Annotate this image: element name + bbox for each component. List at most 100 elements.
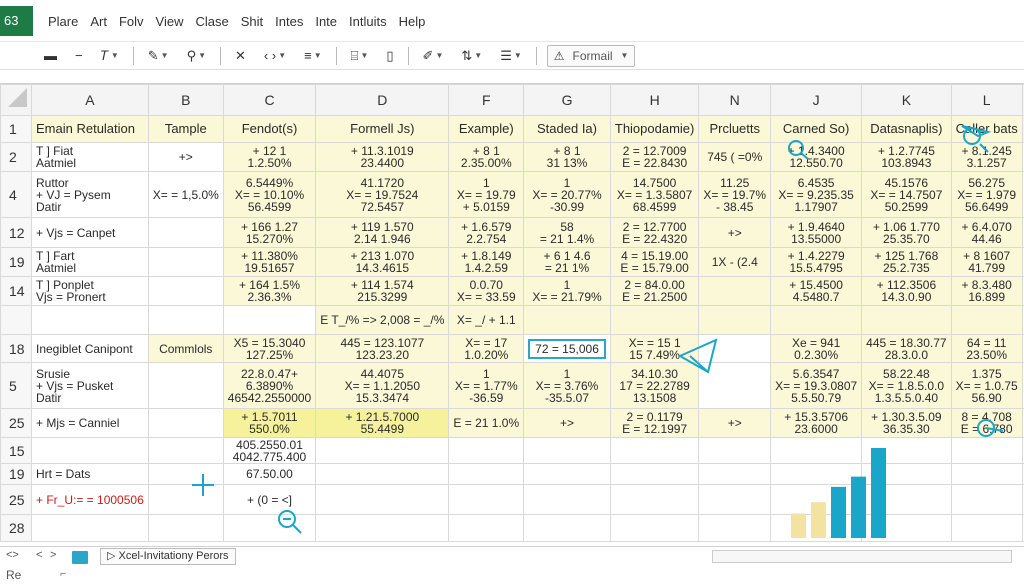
cell[interactable]: 2 = 12.7009 E = 22.8430 xyxy=(609,142,700,172)
menu-item[interactable]: Folv xyxy=(119,14,144,29)
cell[interactable]: Tample xyxy=(147,115,224,143)
cell[interactable]: + 8 1607 41.799 xyxy=(950,247,1023,277)
cell[interactable]: 445 = 18.30.77 28.3.0.0 xyxy=(861,334,952,363)
cell[interactable]: + 164 1.5% 2.36.3% xyxy=(222,276,317,306)
cell[interactable]: Hrt = Dats xyxy=(31,463,149,485)
cell[interactable]: + 213 1.070 14.3.4615 xyxy=(315,247,450,277)
cell[interactable]: Inegiblet Canipont xyxy=(31,334,149,363)
clipboard-button[interactable]: ▯ xyxy=(382,45,397,67)
cell[interactable]: Srusie + Vjs = Pusket Datir xyxy=(31,362,149,409)
cell[interactable]: + 112.3506 14.3.0.90 xyxy=(861,276,952,306)
cell[interactable]: + 1.9.4640 13.55000 xyxy=(770,217,863,248)
cell[interactable]: Datasnaplis) xyxy=(861,115,952,143)
cell[interactable]: Thiopodamie) xyxy=(609,115,700,143)
cell[interactable]: 2 = 0.1179 E = 12.1997 xyxy=(609,408,700,438)
cell[interactable]: 45.1576 X= = 14.7507 50.2599 xyxy=(861,171,952,218)
cell[interactable] xyxy=(698,484,772,515)
cell[interactable]: 56.275 X= = 1.979 56.6499 xyxy=(950,171,1023,218)
menu-item[interactable]: Shit xyxy=(241,14,263,29)
column-header[interactable]: C xyxy=(222,84,317,116)
cell[interactable]: + 8.3.480 16.899 xyxy=(950,276,1023,306)
cell[interactable] xyxy=(222,305,317,335)
sort-button[interactable]: ⇅ ▼ xyxy=(457,45,486,67)
cell[interactable] xyxy=(315,437,450,464)
row-header[interactable]: 18 xyxy=(0,334,32,363)
fill-button[interactable]: ⚲ ▼ xyxy=(183,45,210,67)
close-button[interactable]: ✕ xyxy=(231,45,250,67)
paste-button[interactable]: ▬ xyxy=(40,45,61,67)
column-header[interactable]: L xyxy=(950,84,1023,116)
app-badge[interactable]: 63 xyxy=(0,6,33,36)
cell[interactable]: + 8 1 31 13% xyxy=(523,142,611,172)
row-header[interactable]: 5 xyxy=(0,362,32,409)
row-header[interactable]: 19 xyxy=(0,247,32,277)
cell[interactable] xyxy=(609,437,700,464)
cell[interactable]: 745 ( =0% xyxy=(698,142,772,172)
column-header[interactable]: K xyxy=(861,84,952,116)
cell[interactable]: X= = 1,5.0% xyxy=(147,171,224,218)
cell[interactable]: 1.375 X= = 1.0.75 56.90 xyxy=(950,362,1023,409)
cell[interactable]: Commlols xyxy=(147,334,224,363)
cell[interactable]: + 6 1 4.6 = 21 1% xyxy=(523,247,611,277)
cell[interactable]: + 15.4500 4.5480.7 xyxy=(770,276,863,306)
menu-item[interactable]: View xyxy=(156,14,184,29)
menu-item[interactable]: Help xyxy=(399,14,426,29)
menu-item[interactable]: Plare xyxy=(48,14,78,29)
pen-button[interactable]: ✐ ▼ xyxy=(419,45,448,67)
cell[interactable]: 64 = 11 23.50% xyxy=(950,334,1023,363)
horizontal-scrollbar[interactable] xyxy=(712,550,1012,563)
cell[interactable]: 58 = 21 1.4% xyxy=(523,217,611,248)
menu-item[interactable]: Intluits xyxy=(349,14,387,29)
column-header[interactable]: B xyxy=(147,84,224,116)
cell[interactable]: + 1.06 1.770 25.35.70 xyxy=(861,217,952,248)
cell[interactable]: 1 X= = 1.77% -36.59 xyxy=(448,362,525,409)
row-header[interactable]: 1 xyxy=(0,115,32,143)
cell[interactable]: + 1.21.5.7000 55.4499 xyxy=(315,408,450,438)
cell[interactable]: + Mjs = Canniel xyxy=(31,408,149,438)
column-header[interactable]: A xyxy=(31,84,149,116)
row-header[interactable]: 15 xyxy=(0,437,32,464)
column-header[interactable]: F xyxy=(448,84,525,116)
cell[interactable] xyxy=(315,484,450,515)
menu-item[interactable]: Inte xyxy=(315,14,337,29)
cell[interactable] xyxy=(523,437,611,464)
cell[interactable] xyxy=(147,276,224,306)
row-header[interactable] xyxy=(0,305,32,335)
cell[interactable]: 6.4535 X= = 9.235.35 1.17907 xyxy=(770,171,863,218)
cell[interactable]: + 11.3.1019 23.4400 xyxy=(315,142,450,172)
column-header[interactable]: H xyxy=(609,84,700,116)
cell[interactable] xyxy=(147,217,224,248)
font-button[interactable]: 𝑇 ▼ xyxy=(97,45,123,67)
cell[interactable] xyxy=(609,463,700,485)
cell[interactable]: 1 X= = 20.77% -30.99 xyxy=(523,171,611,218)
cell[interactable]: + Vjs = Canpet xyxy=(31,217,149,248)
cell[interactable] xyxy=(147,408,224,438)
formula-dropdown[interactable]: ⚠ Formail ▼ xyxy=(546,44,636,67)
cell[interactable]: + 1.2.7745 103.8943 xyxy=(861,142,952,172)
row-header[interactable]: 28 xyxy=(0,514,32,542)
menu-item[interactable]: Intes xyxy=(275,14,303,29)
cell[interactable] xyxy=(950,484,1023,515)
selected-cell-value[interactable]: 72 = 15,006 xyxy=(528,338,606,359)
sheet-icon[interactable] xyxy=(72,551,88,564)
cell[interactable] xyxy=(31,514,149,542)
cell[interactable]: + 1.30.3.5.09 36.35.30 xyxy=(861,408,952,438)
cell[interactable]: T ] Fiat Aatmiel xyxy=(31,142,149,172)
column-header[interactable]: D xyxy=(315,84,450,116)
cell[interactable] xyxy=(523,463,611,485)
cell[interactable] xyxy=(31,437,149,464)
cell[interactable]: + 8 1 2.35.00% xyxy=(448,142,525,172)
cell[interactable] xyxy=(147,305,224,335)
cell[interactable]: 445 = 123.1077 123.23.20 xyxy=(315,334,450,363)
cell[interactable]: Fendot(s) xyxy=(222,115,317,143)
cell[interactable]: X5 = 15.3040 127.25% xyxy=(222,334,317,363)
align-button[interactable]: ≡ ▼ xyxy=(300,45,326,67)
cell[interactable] xyxy=(698,437,772,464)
row-header[interactable]: 2 xyxy=(0,142,32,172)
cell[interactable]: +> xyxy=(147,142,224,172)
cell[interactable] xyxy=(523,514,611,542)
column-header[interactable]: J xyxy=(770,84,863,116)
cell[interactable] xyxy=(950,463,1023,485)
cell[interactable]: E = 21 1.0% xyxy=(448,408,525,438)
row-header[interactable]: 25 xyxy=(0,484,32,515)
